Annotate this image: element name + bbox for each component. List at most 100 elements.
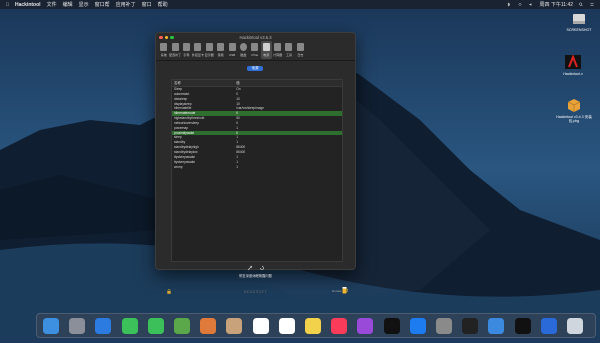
tab-label: 系统 — [160, 52, 167, 57]
tab-audio[interactable]: 音频 — [215, 41, 226, 59]
calculator-icon — [274, 43, 282, 51]
dock-facetime-icon[interactable] — [147, 318, 164, 334]
beer-icon[interactable] — [342, 286, 348, 294]
desktop-drive-icon[interactable]: SCREENSHOT — [562, 12, 596, 32]
menu-clock[interactable]: 周四 下午11:42 — [539, 1, 573, 8]
tab-tools[interactable]: 工具 — [283, 41, 294, 59]
usb-icon — [228, 43, 236, 51]
row-value-cell: 1 — [236, 164, 239, 169]
search-icon[interactable] — [578, 2, 584, 7]
dock-launchpad-icon[interactable] — [69, 318, 86, 334]
power-icon — [262, 43, 270, 51]
headsoft-brand: HEADSOFT — [243, 290, 268, 294]
donate-label: Donate — [332, 289, 342, 293]
dock-mail-icon[interactable] — [488, 318, 505, 334]
tab-system[interactable]: 系统 — [158, 41, 169, 59]
hard-drive-icon — [573, 14, 585, 24]
menu-item[interactable]: 文件 — [47, 1, 57, 8]
tab-label: 配置补丁 — [169, 52, 182, 57]
window-title: Hackintool v3.5.3 — [239, 34, 272, 40]
power-settings-table: 名称 值 Sleep On autorestart 0 disksleep 10 displ… — [171, 79, 343, 262]
desktop-pkg-icon[interactable]: Hackintool v3.4.3 安装包.pkg — [555, 97, 593, 124]
tab-usb[interactable]: USB — [226, 41, 237, 59]
dock-maps-icon[interactable] — [174, 318, 190, 334]
tab-patch[interactable]: 配置补丁 — [169, 41, 182, 59]
menu-item[interactable]: 帮助 — [158, 1, 168, 8]
logs-icon — [296, 43, 304, 51]
system-icon — [160, 43, 168, 51]
table-header: 名称 值 — [172, 80, 342, 87]
dock-music-icon[interactable] — [331, 318, 348, 334]
tab-label: PCIe — [251, 52, 259, 57]
column-header-name[interactable]: 名称 — [172, 80, 234, 86]
tab-label: 磁盘 — [240, 52, 247, 57]
dock-photos-icon[interactable] — [200, 318, 217, 334]
tab-boot[interactable]: 引导 — [181, 41, 192, 59]
window-toolbar: 系统 配置补丁 引导 外接显卡 显示器 音频 USB 磁盘 PCIe 电源 计算… — [158, 41, 353, 59]
dock-trash-icon[interactable] — [567, 318, 583, 334]
menu-item[interactable]: 窗口帮 — [95, 1, 110, 8]
menu-app-name[interactable]: Hackintool — [15, 2, 41, 8]
hackintool-app-icon — [565, 54, 581, 69]
tab-label: 工具 — [285, 52, 292, 57]
dock-reminders-icon[interactable] — [278, 318, 295, 334]
egpu-icon — [194, 43, 202, 51]
fix-sleep-label: 修复深度休眠唤醒问题 — [239, 274, 272, 278]
patch-icon — [171, 43, 179, 51]
tab-calculator[interactable]: 计算器 — [272, 41, 283, 59]
menu-item[interactable]: 应用补丁 — [116, 1, 136, 8]
tab-power[interactable]: 电源 — [260, 41, 272, 59]
tab-pcie[interactable]: PCIe — [249, 41, 260, 59]
menu-bar:  Hackintool 文件 编辑 显示 窗口帮 应用补丁 窗口 帮助 周四 … — [0, 0, 600, 9]
tab-label: 引导 — [183, 52, 190, 57]
tools-icon — [285, 43, 293, 51]
volume-icon[interactable] — [528, 2, 534, 7]
dock-system-preferences-icon[interactable] — [436, 318, 452, 334]
tab-display[interactable]: 显示器 — [204, 41, 215, 59]
tab-logs[interactable]: 日志 — [295, 41, 306, 59]
tab-label: 计算器 — [273, 52, 283, 57]
table-row[interactable]: womp 1 — [172, 165, 342, 170]
package-icon — [567, 99, 581, 112]
dock-contacts-icon[interactable] — [226, 318, 243, 334]
row-name-cell: womp — [174, 164, 183, 169]
dock-notes-icon[interactable] — [305, 318, 321, 334]
tab-label: USB — [228, 52, 236, 57]
desktop-icon-label: SCREENSHOT — [566, 27, 592, 32]
dock-app-store-icon[interactable] — [409, 318, 426, 334]
toolbar-divider — [156, 60, 355, 61]
power-segment-button[interactable]: 电源 — [247, 66, 263, 71]
dock-messages-icon[interactable] — [121, 318, 138, 334]
dock-finder-icon[interactable] — [43, 318, 59, 334]
refresh-icon[interactable] — [259, 265, 265, 271]
dock-safari-icon[interactable] — [95, 318, 112, 334]
table-body: Sleep On autorestart 0 disksleep 10 displaysle… — [172, 87, 342, 169]
column-header-value[interactable]: 值 — [234, 80, 342, 86]
dock-podcasts-icon[interactable] — [357, 318, 374, 334]
dock-downloads-icon[interactable] — [540, 318, 557, 334]
bluetooth-icon[interactable] — [506, 2, 512, 7]
tab-egpu[interactable]: 外接显卡 — [191, 41, 204, 59]
pcie-icon — [251, 43, 259, 51]
dock-terminal-icon[interactable] — [462, 318, 479, 334]
dock — [36, 313, 596, 338]
apple-menu-icon[interactable]:  — [5, 2, 10, 8]
window-titlebar[interactable]: Hackintool v3.5.3 — [156, 33, 355, 41]
tab-disk[interactable]: 磁盘 — [238, 41, 249, 59]
wrench-icon[interactable] — [247, 265, 253, 271]
menu-item[interactable]: 窗口 — [142, 1, 152, 8]
dock-calendar-icon[interactable] — [252, 318, 269, 334]
desktop-app-icon[interactable]: Hackintool.v — [556, 54, 590, 76]
tab-label: 电源 — [263, 52, 270, 57]
wifi-icon[interactable] — [517, 2, 523, 7]
menu-item[interactable]: 显示 — [79, 1, 89, 8]
tab-label: 音频 — [217, 52, 224, 57]
dock-hackintool-icon[interactable] — [514, 318, 531, 334]
menu-item[interactable]: 编辑 — [63, 1, 73, 8]
control-menu-icon[interactable] — [589, 2, 595, 7]
tab-label: 显示器 — [204, 52, 214, 57]
dock-tv-icon[interactable] — [383, 318, 400, 334]
bottom-tools — [247, 265, 265, 271]
tab-label: 外接显卡 — [191, 52, 204, 57]
desktop-icon-label: Hackintool.v — [563, 71, 583, 76]
